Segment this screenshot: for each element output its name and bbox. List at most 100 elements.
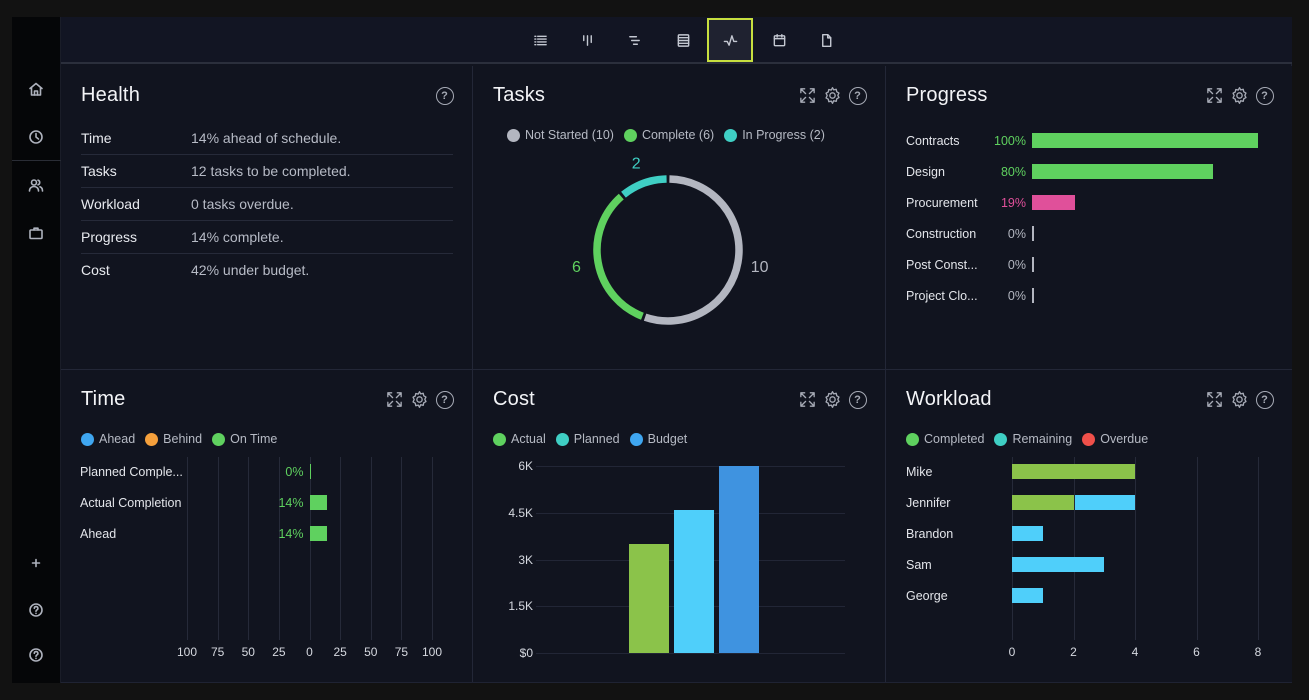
board-view-button[interactable] — [564, 18, 610, 62]
panel-actions: ? — [435, 86, 454, 105]
expand-icon[interactable] — [1205, 390, 1224, 409]
help-icon[interactable] — [26, 600, 46, 620]
calendar-view-button[interactable] — [756, 18, 802, 62]
gear-icon[interactable] — [1230, 86, 1249, 105]
x-tick-label: 8 — [1254, 645, 1262, 659]
grid-line — [536, 466, 845, 467]
grid-line — [432, 457, 433, 640]
legend-swatch — [555, 432, 569, 446]
time-bar — [309, 526, 327, 541]
expand-icon[interactable] — [385, 390, 404, 409]
y-tick-label: 4.5K — [508, 505, 533, 520]
legend-label: On Time — [230, 432, 278, 446]
x-tick-label: 2 — [1070, 645, 1077, 659]
legend-item: Planned — [555, 432, 620, 446]
gantt-view-button[interactable] — [611, 18, 657, 62]
legend-item: Actual — [493, 432, 546, 446]
briefcase-icon[interactable] — [26, 223, 46, 243]
gear-icon[interactable] — [823, 86, 842, 105]
panel-title: Progress — [906, 84, 988, 106]
health-row-value: 12 tasks to be completed. — [191, 163, 351, 179]
cost-bar-actual — [629, 543, 669, 653]
legend-swatch — [212, 432, 226, 446]
panel-title: Cost — [493, 388, 535, 410]
donut-data-label: 2 — [632, 156, 641, 173]
legend-swatch — [1082, 432, 1096, 446]
grid-line — [309, 457, 311, 640]
progress-data-label: 0% — [1007, 289, 1026, 303]
expand-icon[interactable] — [1205, 86, 1224, 105]
grid-line — [401, 457, 403, 640]
cost-bar-budget — [719, 466, 759, 653]
panel-actions: ? — [1205, 86, 1274, 105]
panel-actions: ? — [385, 390, 454, 409]
progress-data-label: 0% — [1007, 227, 1026, 241]
help-icon[interactable]: ? — [1255, 390, 1274, 409]
legend-swatch — [994, 432, 1008, 446]
files-view-button[interactable] — [803, 18, 849, 62]
y-tick-label: 1.5K — [508, 599, 533, 614]
help-icon[interactable]: ? — [435, 86, 454, 105]
health-row: Tasks 12 tasks to be completed. — [81, 155, 453, 188]
help-icon[interactable]: ? — [848, 390, 867, 409]
legend-item: Overdue — [1082, 432, 1148, 446]
x-tick-label: 100 — [176, 645, 198, 659]
chart-legend: Completed Remaining Overdue — [906, 432, 1148, 446]
donut-slice-complete[interactable] — [593, 193, 644, 320]
calendar-icon — [773, 33, 785, 46]
grid-line — [536, 653, 845, 654]
gear-icon[interactable] — [823, 390, 842, 409]
list-icon — [533, 35, 547, 45]
donut-data-label: 6 — [572, 259, 581, 276]
time-bar — [309, 495, 327, 510]
expand-icon[interactable] — [798, 390, 817, 409]
x-tick-label: 6 — [1193, 645, 1200, 659]
legend-swatch — [629, 432, 643, 446]
dashboard-view-button[interactable] — [707, 18, 753, 62]
health-row-label: Workload — [81, 196, 140, 212]
cost-bar-planned — [674, 509, 714, 653]
legend-item: Remaining — [994, 432, 1072, 446]
workload-bar-remaining — [1012, 526, 1043, 541]
legend-item: Behind — [145, 432, 202, 446]
gear-icon[interactable] — [410, 390, 429, 409]
time-category-label: Planned Comple... — [80, 465, 183, 479]
chart-legend: Ahead Behind On Time — [81, 432, 277, 446]
health-row-value: 14% complete. — [191, 229, 284, 245]
gantt-icon — [628, 35, 640, 45]
workload-person-label: Sam — [906, 558, 932, 572]
legend-label: Ahead — [99, 432, 136, 446]
progress-category-label: Project Clo... — [906, 289, 978, 303]
health-panel: Health ? Time 14% ahead of schedule. Tasks… — [61, 66, 472, 369]
time-data-label: 14% — [278, 496, 304, 510]
support-icon[interactable] — [26, 645, 46, 665]
progress-data-label: 80% — [1000, 165, 1026, 179]
x-tick-label: 100 — [421, 645, 443, 659]
expand-icon[interactable] — [798, 86, 817, 105]
users-icon[interactable] — [26, 175, 46, 195]
time-panel: Time ? Ahead Behind On Time 100 75 50 25 0 25 50… — [61, 370, 472, 682]
time-data-label: 0% — [285, 465, 304, 479]
donut-slice-not-started[interactable] — [643, 175, 743, 325]
legend-swatch — [493, 432, 506, 446]
plus-icon[interactable] — [26, 553, 46, 573]
health-row: Progress 14% complete. — [81, 221, 453, 254]
help-icon[interactable]: ? — [848, 86, 867, 105]
clock-icon[interactable] — [26, 127, 46, 147]
tasks-donut-chart: 10 6 2 — [572, 156, 769, 325]
workload-person-label: Jennifer — [906, 496, 951, 510]
donut-slice-in-progress[interactable] — [621, 175, 667, 198]
grid-line — [1073, 457, 1075, 640]
legend-swatch — [145, 432, 159, 446]
board-icon — [582, 34, 592, 46]
sheet-view-button[interactable] — [660, 18, 706, 62]
list-view-button[interactable] — [517, 18, 563, 62]
sidebar-divider — [12, 160, 61, 161]
x-tick-label: 50 — [241, 645, 255, 659]
help-icon[interactable]: ? — [435, 390, 454, 409]
health-row-value: 42% under budget. — [191, 262, 310, 278]
gear-icon[interactable] — [1230, 390, 1249, 409]
legend-swatch — [81, 432, 94, 446]
help-icon[interactable]: ? — [1255, 86, 1274, 105]
home-icon[interactable] — [26, 79, 46, 99]
